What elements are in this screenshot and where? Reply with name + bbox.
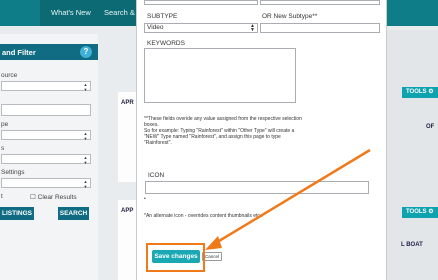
annotation-arrow-icon [205, 148, 371, 250]
